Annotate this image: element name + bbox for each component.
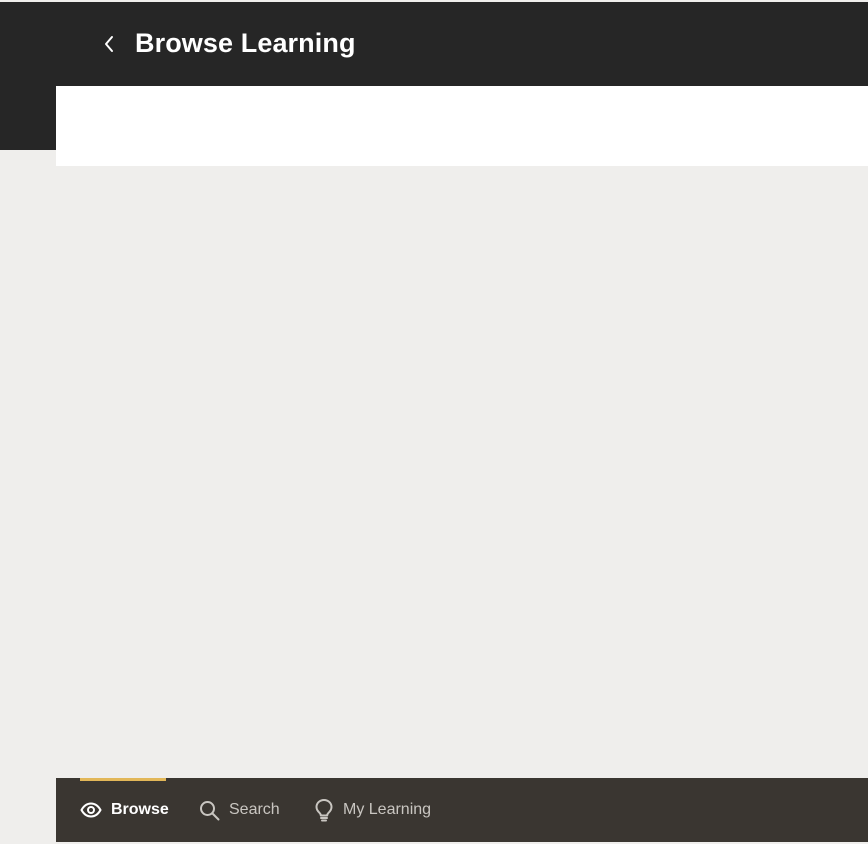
eye-icon (80, 802, 102, 818)
main-content-area (56, 166, 868, 778)
nav-item-browse[interactable]: Browse (80, 778, 169, 842)
bottom-navigation-bar: Browse Search My Learning (56, 778, 868, 842)
lightbulb-icon (314, 798, 334, 822)
nav-item-label: My Learning (343, 801, 432, 818)
back-button[interactable] (96, 32, 122, 60)
search-icon (199, 800, 220, 821)
nav-item-search[interactable]: Search (199, 778, 280, 842)
nav-item-label: Search (229, 801, 280, 818)
page-title: Browse Learning (135, 28, 356, 58)
nav-item-my-learning[interactable]: My Learning (314, 778, 431, 842)
chevron-left-icon (103, 35, 115, 58)
nav-item-label: Browse (111, 801, 169, 818)
content-header-panel (56, 86, 868, 166)
active-tab-indicator (80, 778, 166, 781)
